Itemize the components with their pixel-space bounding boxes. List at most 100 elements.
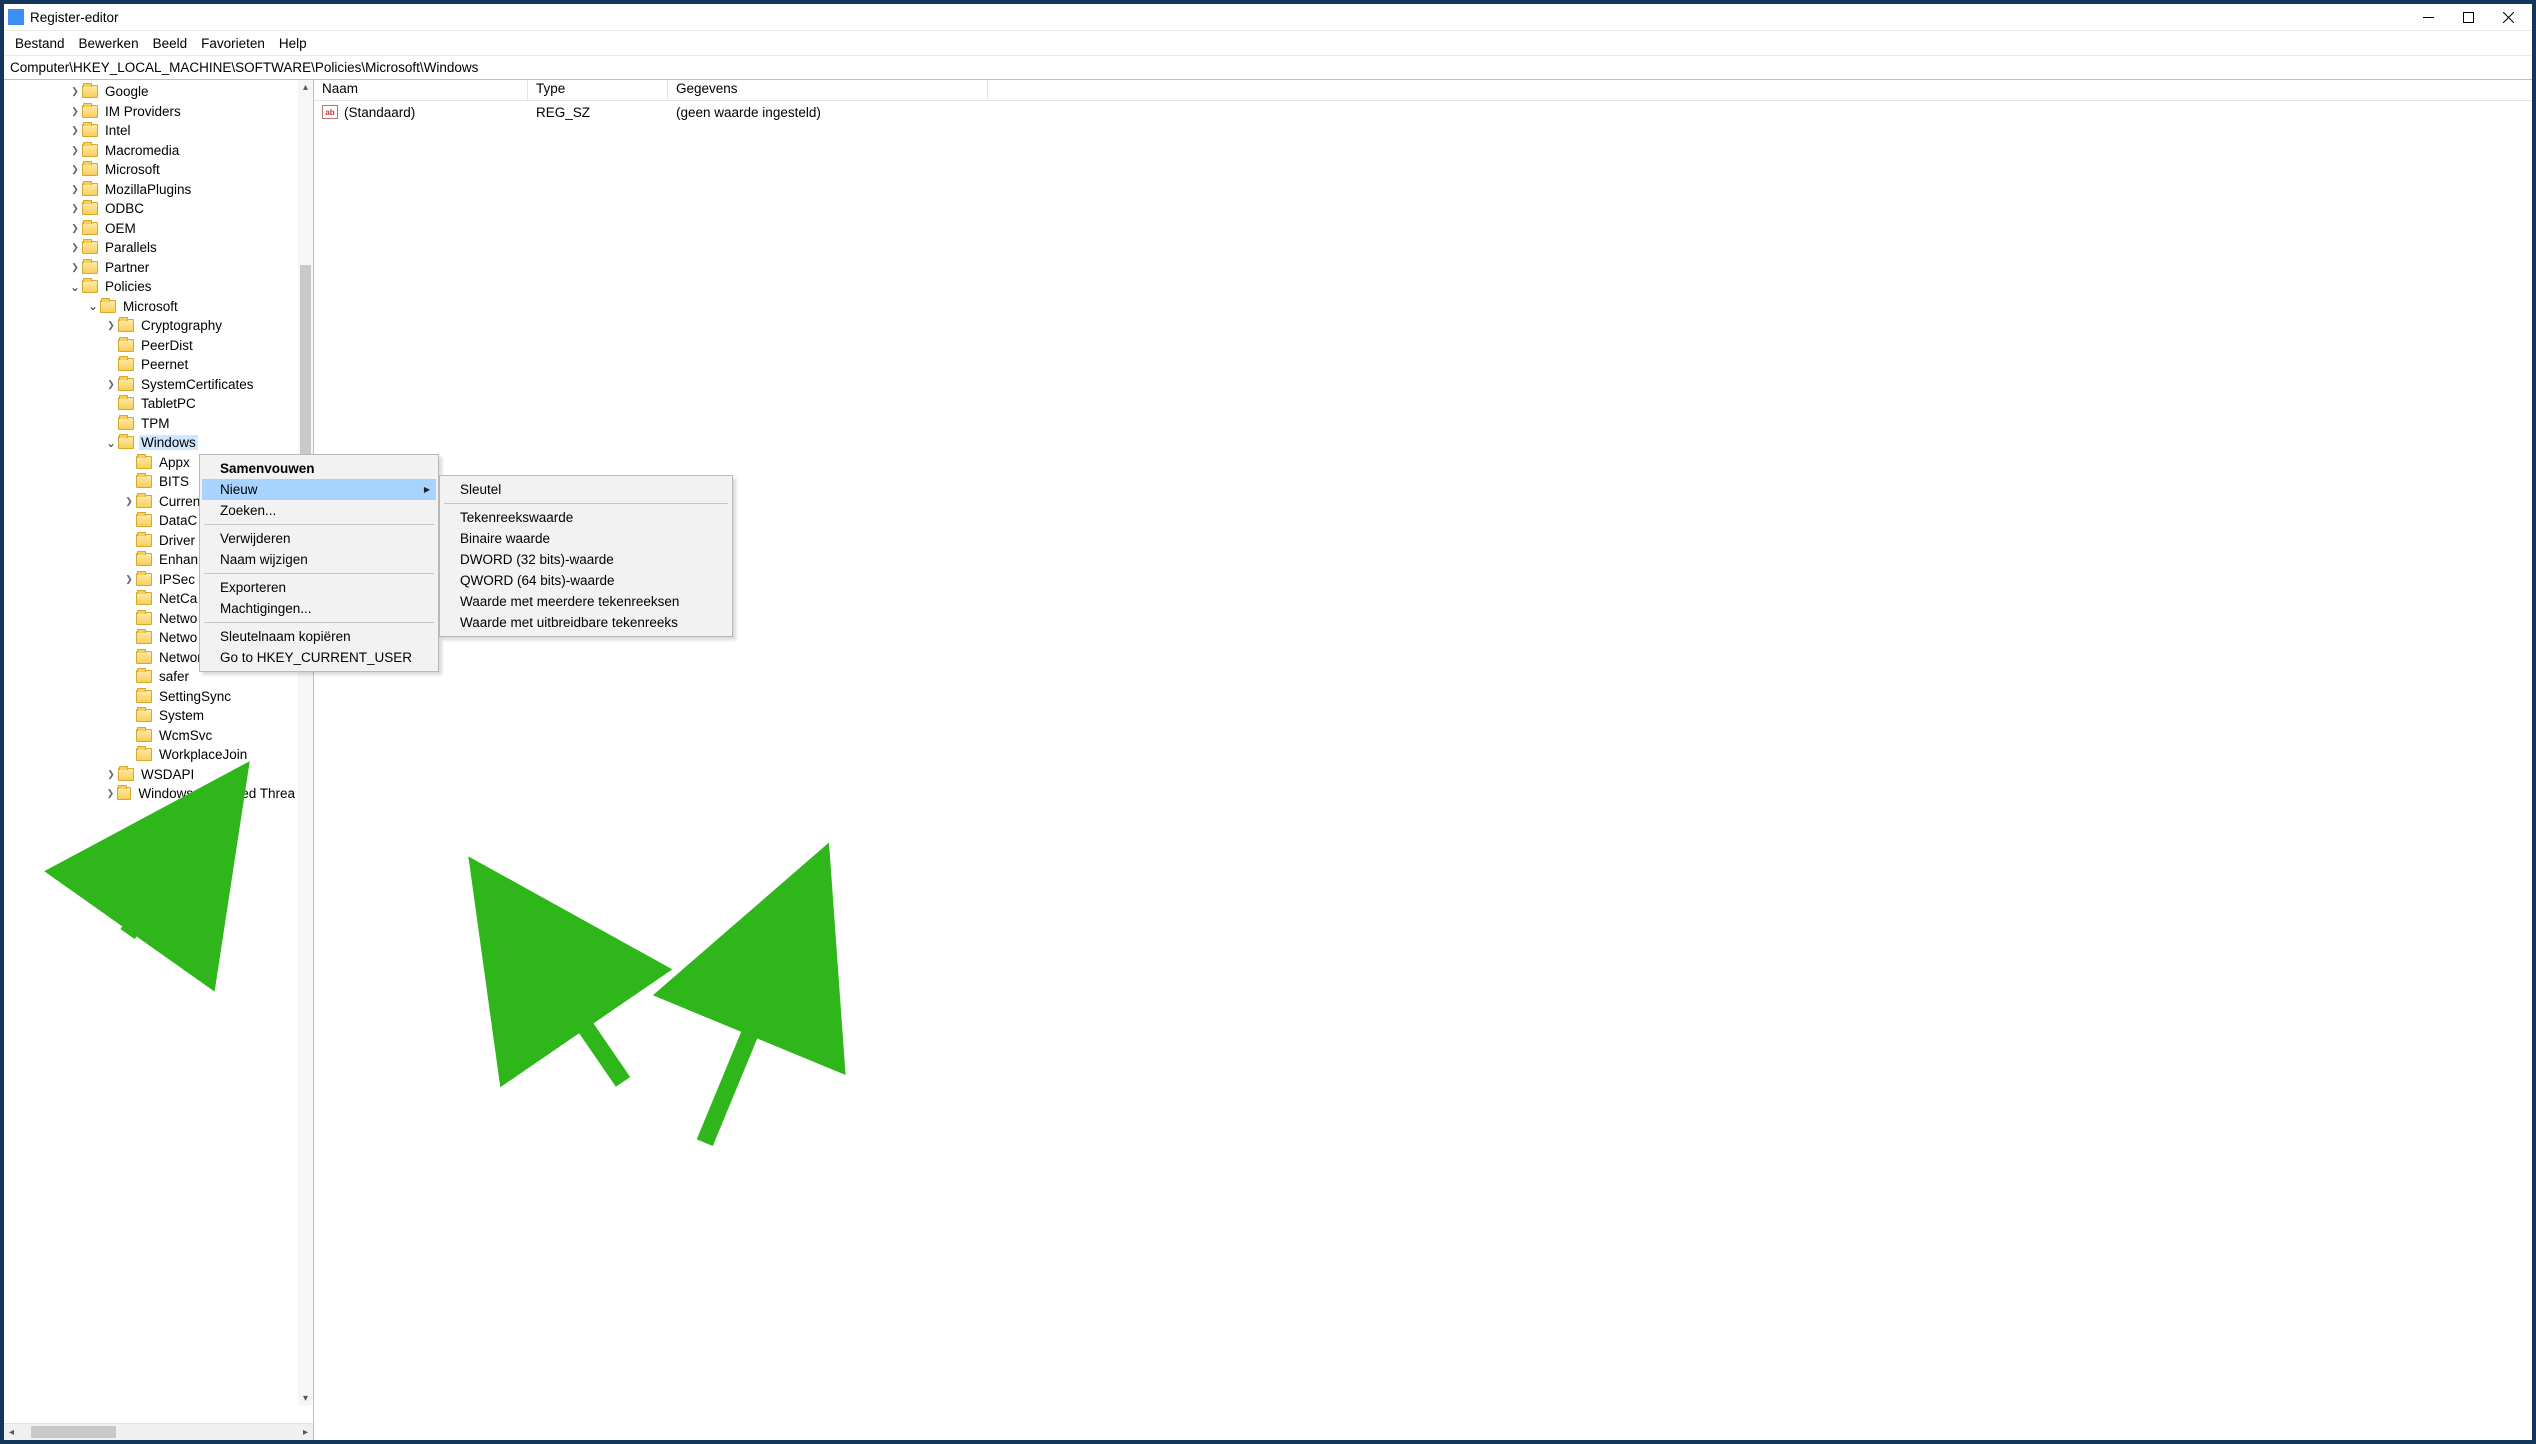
folder-icon (82, 222, 98, 235)
tree-node[interactable]: ⌄Microsoft (4, 297, 297, 317)
subctx-item[interactable]: DWORD (32 bits)-waarde (442, 549, 730, 570)
tree-node-label: Google (103, 84, 151, 99)
tree-node[interactable]: ·Peernet (4, 355, 297, 375)
tree-hscrollbar[interactable]: ◂ ▸ (4, 1423, 313, 1440)
tree-node-label: WSDAPI (139, 767, 196, 782)
chevron-right-icon[interactable]: ❯ (68, 223, 82, 234)
tree-node[interactable]: ❯OEM (4, 219, 297, 239)
close-button[interactable] (2488, 4, 2528, 31)
ctx-item[interactable]: Zoeken... (202, 500, 436, 521)
subctx-item[interactable]: QWORD (64 bits)-waarde (442, 570, 730, 591)
ctx-item[interactable]: Samenvouwen (202, 458, 436, 479)
tree-node[interactable]: ❯Windows Advanced Threa (4, 784, 297, 804)
chevron-right-icon[interactable]: ❯ (68, 203, 82, 214)
tree-node[interactable]: ❯Parallels (4, 238, 297, 258)
subctx-item[interactable]: Tekenreekswaarde (442, 507, 730, 528)
tree-node[interactable]: ·SettingSync (4, 687, 297, 707)
ctx-item[interactable]: Nieuw▶ (202, 479, 436, 500)
chevron-right-icon[interactable]: ❯ (68, 106, 82, 117)
folder-icon (136, 651, 152, 664)
menu-favorieten[interactable]: Favorieten (194, 34, 272, 53)
folder-icon (100, 300, 116, 313)
chevron-right-icon[interactable]: ❯ (68, 86, 82, 97)
ctx-item[interactable]: Sleutelnaam kopiëren (202, 626, 436, 647)
ctx-item[interactable]: Go to HKEY_CURRENT_USER (202, 647, 436, 668)
chevron-down-icon[interactable]: ⌄ (104, 439, 118, 447)
tree-node[interactable]: ·WorkplaceJoin (4, 745, 297, 765)
ctx-item[interactable]: Exporteren (202, 577, 436, 598)
menu-beeld[interactable]: Beeld (146, 34, 195, 53)
chevron-right-icon[interactable]: ❯ (68, 164, 82, 175)
ctx-item[interactable]: Naam wijzigen (202, 549, 436, 570)
chevron-right-icon[interactable]: ❯ (68, 262, 82, 273)
subctx-item[interactable]: Sleutel (442, 479, 730, 500)
address-bar[interactable]: Computer\HKEY_LOCAL_MACHINE\SOFTWARE\Pol… (4, 56, 2532, 80)
tree-node[interactable]: ·System (4, 706, 297, 726)
menu-separator (204, 622, 434, 623)
tree-node[interactable]: ⌄Policies (4, 277, 297, 297)
chevron-right-icon[interactable]: ❯ (104, 320, 118, 331)
tree-node[interactable]: ·PeerDist (4, 336, 297, 356)
folder-icon (82, 261, 98, 274)
tree-node[interactable]: ❯ Google (4, 82, 297, 102)
chevron-right-icon[interactable]: ❯ (68, 125, 82, 136)
tree-view[interactable]: ❯ Google ❯IM Providers❯Intel❯Macromedia❯Mi… (4, 80, 313, 1423)
tree-node[interactable]: ❯Intel (4, 121, 297, 141)
chevron-right-icon[interactable]: ❯ (104, 769, 118, 780)
tree-node[interactable]: ❯ WSDAPI (4, 765, 297, 785)
menu-bewerken[interactable]: Bewerken (72, 34, 146, 53)
col-name[interactable]: Naam (314, 80, 528, 100)
chevron-right-icon[interactable]: ❯ (104, 788, 117, 799)
menu-item-label: Verwijderen (220, 531, 291, 546)
minimize-button[interactable] (2408, 4, 2448, 31)
chevron-down-icon[interactable]: ⌄ (68, 283, 82, 291)
app-icon (8, 9, 24, 25)
chevron-right-icon[interactable]: ❯ (68, 242, 82, 253)
chevron-right-icon[interactable]: ❯ (122, 496, 136, 507)
hscroll-thumb[interactable] (31, 1426, 116, 1438)
tree-node[interactable]: ❯Microsoft (4, 160, 297, 180)
scroll-down-icon[interactable]: ▾ (298, 1391, 313, 1406)
tree-node-label: WcmSvc (157, 728, 214, 743)
subctx-item[interactable]: Waarde met meerdere tekenreeksen (442, 591, 730, 612)
scroll-left-icon[interactable]: ◂ (4, 1424, 19, 1440)
submenu-nieuw[interactable]: Sleutel TekenreekswaardeBinaire waardeDWO… (439, 475, 733, 637)
chevron-right-icon[interactable]: ❯ (122, 574, 136, 585)
tree-node[interactable]: ❯SystemCertificates (4, 375, 297, 395)
ctx-item[interactable]: Verwijderen (202, 528, 436, 549)
col-data[interactable]: Gegevens (668, 80, 988, 100)
subctx-item[interactable]: Binaire waarde (442, 528, 730, 549)
folder-icon (118, 768, 134, 781)
menu-bestand[interactable]: Bestand (8, 34, 72, 53)
scroll-right-icon[interactable]: ▸ (298, 1424, 313, 1440)
context-menu[interactable]: SamenvouwenNieuw▶ Zoeken... Verwijderen Naa… (199, 454, 439, 672)
ctx-item[interactable]: Machtigingen... (202, 598, 436, 619)
tree-node-label: Netwo (157, 630, 199, 645)
list-body[interactable]: ab(Standaard)REG_SZ(geen waarde ingestel… (314, 101, 2532, 1440)
tree-node[interactable]: ❯Partner (4, 258, 297, 278)
chevron-down-icon[interactable]: ⌄ (86, 302, 100, 310)
maximize-button[interactable] (2448, 4, 2488, 31)
value-type: REG_SZ (528, 105, 668, 120)
tree-node[interactable]: ❯MozillaPlugins (4, 180, 297, 200)
list-row[interactable]: ab(Standaard)REG_SZ(geen waarde ingestel… (314, 101, 2532, 123)
tree-vscrollbar[interactable]: ▴ ▾ (298, 80, 313, 1406)
menu-item-label: Zoeken... (220, 503, 276, 518)
tree-node[interactable]: ❯Cryptography (4, 316, 297, 336)
chevron-right-icon[interactable]: ❯ (68, 145, 82, 156)
tree-node[interactable]: ⌄Windows (4, 433, 297, 453)
folder-icon (118, 436, 134, 449)
tree-node[interactable]: ❯ODBC (4, 199, 297, 219)
tree-node[interactable]: ·TPM (4, 414, 297, 434)
tree-node[interactable]: ·TabletPC (4, 394, 297, 414)
menu-help[interactable]: Help (272, 34, 314, 53)
tree-node[interactable]: ❯IM Providers (4, 102, 297, 122)
scroll-up-icon[interactable]: ▴ (298, 80, 313, 95)
tree-node[interactable]: ·WcmSvc (4, 726, 297, 746)
chevron-right-icon[interactable]: ❯ (68, 184, 82, 195)
chevron-right-icon[interactable]: ❯ (104, 379, 118, 390)
tree-node[interactable]: ❯Macromedia (4, 141, 297, 161)
window-title: Register-editor (30, 10, 125, 25)
col-type[interactable]: Type (528, 80, 668, 100)
subctx-item[interactable]: Waarde met uitbreidbare tekenreeks (442, 612, 730, 633)
